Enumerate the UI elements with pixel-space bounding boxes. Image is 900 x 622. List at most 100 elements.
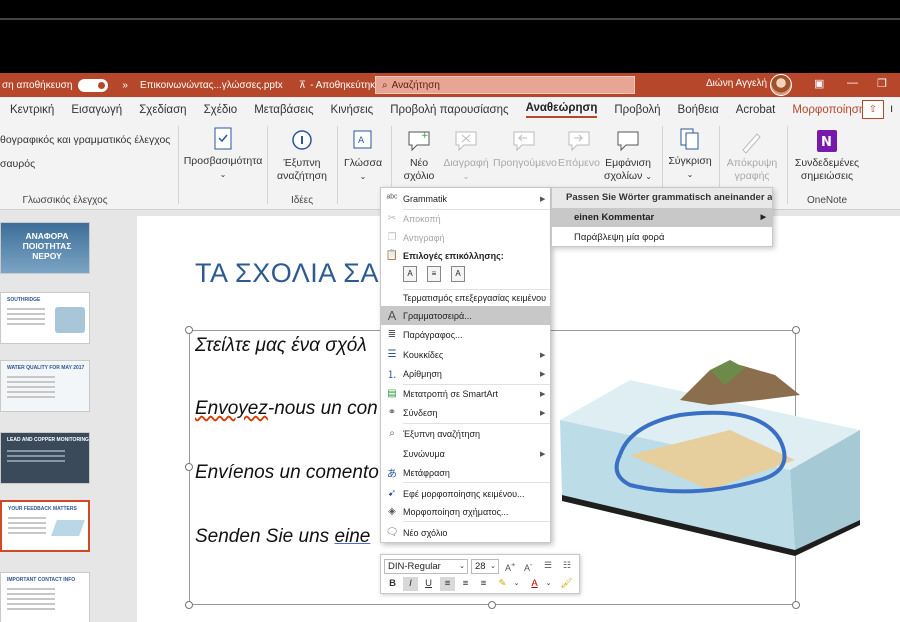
slide-thumbnail[interactable]: IMPORTANT CONTACT INFO [0,572,90,622]
user-name[interactable]: Διώνη Αγγελή [706,78,767,89]
menu-item-copy[interactable]: ❐ Αντιγραφή [381,228,550,247]
increase-font-size-icon[interactable]: A+ [505,560,515,573]
grammar-flagged-word[interactable]: eine [334,526,370,547]
resize-handle[interactable] [185,601,193,609]
tab-transitions[interactable]: Μεταβάσεις [254,104,313,116]
tab-insert[interactable]: Εισαγωγή [71,104,122,116]
menu-item-numbering[interactable]: ⒈ Αρίθμηση ▶ [381,364,550,383]
share-button[interactable]: ⇧ [862,100,884,119]
text-line-french[interactable]: Envoyez-nous un con [195,398,378,420]
menu-item-text-effects[interactable]: ➹ Εφέ μορφοποίησης κειμένου... [381,484,550,503]
bullets-icon[interactable]: ☰ [544,560,552,571]
autosave-toggle[interactable] [78,78,109,92]
italic-button[interactable]: I [403,577,418,591]
format-painter-icon[interactable]: 🖌 [559,577,574,591]
tab-slideshow[interactable]: Προβολή παρουσίασης [390,104,508,116]
menu-item-bullets[interactable]: ☰ Κουκκίδες ▶ [381,345,550,364]
menu-item-exit-edit[interactable]: Τερματισμός επεξεργασίας κειμένου [381,288,550,307]
bold-button[interactable]: B [385,577,400,591]
chevron-down-icon[interactable]: ⌄ [541,577,556,591]
font-size-select[interactable]: 28 ⌄ [471,559,499,574]
text-line-spanish[interactable]: Envíenos un comento [195,462,379,484]
saved-status-icon: ⊼ [298,79,307,91]
slide-thumbnail[interactable]: SOUTHRIDGE [0,292,90,344]
menu-item-link[interactable]: ⚭ Σύνδεση ▶ [381,403,550,422]
menu-item-font[interactable]: A Γραμματοσειρά... [381,306,550,325]
more-commands-icon[interactable]: » [122,80,128,91]
menu-item-smart-lookup[interactable]: ⌕ Έξυπνη αναζήτηση [381,424,550,443]
text-line-greek[interactable]: Στείλτε μας ένα σχόλ [195,335,367,357]
resize-handle[interactable] [792,326,800,334]
resize-handle[interactable] [185,463,193,471]
menu-item-grammar[interactable]: ᵃᵇᶜ Grammatik ▶ [381,189,550,208]
text-line-german[interactable]: Senden Sie uns eine [195,526,370,548]
resize-handle[interactable] [185,326,193,334]
tab-home[interactable]: Κεντρική [10,104,54,116]
comments-icon[interactable]: ı [890,103,893,115]
search-box[interactable]: ⌕ Αναζήτηση [375,76,635,94]
tab-help[interactable]: Βοήθεια [678,104,719,116]
svg-text:A: A [358,136,365,146]
numbering-icon[interactable]: ☷ [563,560,571,571]
menu-item-paste-options: 📋 Επιλογές επικόλλησης: [381,246,550,265]
menu-item-shape-format[interactable]: ◈ Μορφοποίηση σχήματος... [381,502,550,521]
menu-item-cut[interactable]: ✂ Αποκοπή [381,209,550,228]
ignore-once-option[interactable]: Παράβλεψη μία φορά [552,228,772,247]
restore-icon[interactable]: ❐ [877,77,887,90]
slide-thumbnail[interactable]: WATER QUALITY FOR MAY 2017 [0,360,90,412]
file-name[interactable]: Επικοινωνώντας...γλώσσες.pptx [140,80,283,91]
slide-thumbnail[interactable]: ΑΝΑΦΟΡΑ ΠΟΙΟΤΗΤΑΣ ΝΕΡΟΥ [0,222,90,274]
underline-button[interactable]: U [421,577,436,591]
font-name-select[interactable]: DIN-Regular ⌄ [384,559,468,574]
slide-thumbnail[interactable]: LEAD AND COPPER MONITORING [0,432,90,484]
align-center-button[interactable]: ≡ [458,577,473,591]
grammar-suggestion[interactable]: einen Kommentar ▶ [552,208,772,227]
compare-button[interactable]: Σύγκριση ⌄ [666,126,714,181]
decrease-font-size-icon[interactable]: A- [524,560,533,573]
tab-design[interactable]: Σχεδίαση [139,104,186,116]
hide-ink-button[interactable]: Απόκρυψη γραφής [723,128,781,183]
misspelled-word[interactable]: Envoyez [195,398,268,419]
font-color-icon[interactable]: A [527,577,542,591]
tab-draw[interactable]: Σχέδιο [204,104,238,116]
menu-item-synonyms[interactable]: Συνώνυμα ▶ [381,444,550,463]
resize-handle[interactable] [792,601,800,609]
slide-title[interactable]: ΤΑ ΣΧΟΛΙΑ ΣΑ [195,258,379,289]
tab-acrobat[interactable]: Acrobat [736,104,776,116]
minimize-icon[interactable]: — [847,77,858,89]
tab-animations[interactable]: Κινήσεις [331,104,374,116]
align-left-button[interactable]: ≡ [440,577,455,591]
language-button[interactable]: A Γλώσσα ⌄ [340,128,386,183]
smart-lookup-button[interactable]: Έξυπνη αναζήτηση [272,128,332,183]
slide-thumbnail-selected[interactable]: YOUR FEEDBACK MATTERS [0,500,90,552]
new-comment-button[interactable]: + Νέο σχόλιο [398,128,440,183]
delete-comment-label: Διαγραφή [443,157,489,169]
menu-item-smartart[interactable]: ▤ Μετατροπή σε SmartArt ▶ [381,384,550,403]
delete-comment-button[interactable]: Διαγραφή ⌄ [442,128,490,183]
previous-comment-button[interactable]: Προηγούμενο [493,128,557,170]
menu-item-translate[interactable]: あ Μετάφραση [381,463,550,482]
ribbon-display-icon[interactable]: ▣ [814,77,824,90]
menu-item-paragraph[interactable]: ≣ Παράγραφος... [381,325,550,344]
next-comment-button[interactable]: Επόμενο [558,128,600,170]
paste-keep-source-icon[interactable]: A [403,266,417,282]
tab-review[interactable]: Αναθεώρηση [525,102,598,118]
avatar[interactable] [770,74,792,96]
accessibility-button[interactable]: Προσβασιμότητα ⌄ [183,126,263,181]
resize-handle[interactable] [488,601,496,609]
tab-view[interactable]: Προβολή [614,104,660,116]
search-icon: ⌕ [382,79,388,91]
spelling-button[interactable]: θογραφικός και γραμματικός έλεγχος [0,134,170,147]
chevron-down-icon[interactable]: ⌄ [509,577,524,591]
align-right-button[interactable]: ≡ [476,577,491,591]
paste-merge-icon[interactable]: ≡ [427,266,441,282]
water-cycle-illustration[interactable] [560,360,865,560]
show-comments-button[interactable]: Εμφάνιση σχολίων ⌄ [603,128,653,183]
tab-format[interactable]: Μορφοποίηση [792,104,865,116]
menu-item-new-comment[interactable]: 🗨 Νέο σχόλιο [381,523,550,542]
thumb-title: WATER QUALITY FOR MAY 2017 [7,365,85,371]
linked-notes-button[interactable]: N Συνδεδεμένες σημειώσεις [793,128,861,183]
highlight-icon[interactable]: ✎ [495,577,510,591]
paste-text-only-icon[interactable]: A [451,266,465,282]
thesaurus-button[interactable]: σαυρός [0,158,35,171]
